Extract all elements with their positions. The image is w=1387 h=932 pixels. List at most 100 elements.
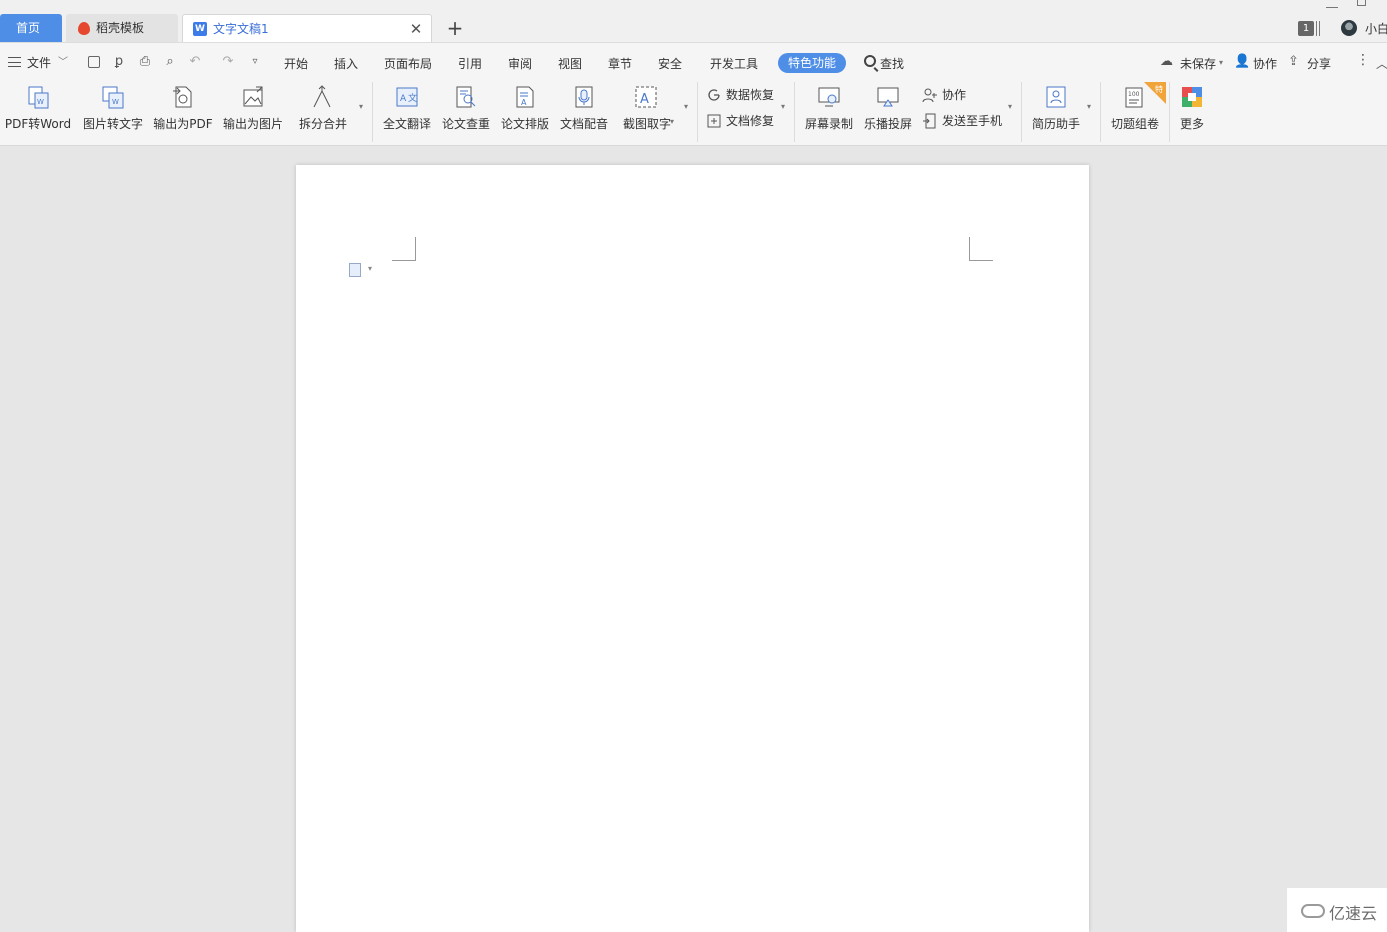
export-image-button[interactable]: 输出为图片	[220, 80, 286, 142]
chevron-down-icon[interactable]: ▾	[684, 102, 688, 111]
svg-text:W: W	[112, 98, 119, 106]
daoke-logo-icon	[78, 22, 90, 35]
menu-special-features[interactable]: 特色功能	[778, 53, 846, 73]
collab-button[interactable]: 协作	[1253, 55, 1277, 72]
ribbon-divider	[1100, 82, 1101, 142]
paragraph-options-icon[interactable]	[349, 263, 361, 277]
user-add-icon	[922, 88, 937, 103]
cloud-icon[interactable]: ☁	[1160, 55, 1174, 69]
data-recovery-button[interactable]: 数据恢复	[706, 86, 774, 104]
split-merge-label: 拆分合并	[298, 117, 347, 131]
screenshot-ocr-button[interactable]: A 截图取字	[616, 80, 678, 142]
image-to-text-button[interactable]: W 图片转文字	[80, 80, 146, 142]
chevron-down-icon[interactable]: ▾	[670, 117, 674, 126]
print-preview-icon[interactable]: ⌕	[163, 55, 177, 69]
split-merge-button[interactable]: 拆分合并	[290, 80, 356, 142]
menu-view[interactable]: 视图	[558, 55, 582, 72]
translate-label: 全文翻译	[382, 117, 431, 131]
screen-record-icon	[818, 87, 840, 107]
doc-audio-button[interactable]: 文档配音	[557, 80, 611, 142]
document-page[interactable]: ▾	[296, 165, 1089, 932]
window-count-badge[interactable]: 1	[1298, 21, 1314, 36]
tab-template[interactable]: 稻壳模板	[66, 14, 178, 42]
cast-button[interactable]: 乐播投屏	[861, 80, 915, 142]
chevron-down-icon[interactable]: ▾	[359, 102, 363, 111]
tab-home[interactable]: 首页	[0, 14, 62, 42]
split-merge-icon	[313, 85, 331, 108]
menu-bar: 文件 ﹀ ꝑ ⎙ ⌕ ↶ ↷ ▿ 开始 插入 页面布局 引用 审阅 视图 章节 …	[0, 42, 1387, 80]
user-name[interactable]: 小白	[1365, 20, 1387, 37]
customize-toolbar-icon[interactable]: ▿	[248, 55, 262, 69]
paper-layout-button[interactable]: A 论文排版	[498, 80, 552, 142]
resume-icon	[1046, 86, 1066, 108]
ribbon-divider	[1021, 82, 1022, 142]
more-button[interactable]: 更多	[1176, 80, 1208, 142]
chevron-down-icon[interactable]: ▾	[1008, 102, 1012, 111]
svg-text:A: A	[521, 98, 527, 107]
new-tab-button[interactable]: +	[446, 17, 464, 39]
menu-page-layout[interactable]: 页面布局	[384, 55, 432, 72]
paper-layout-label: 论文排版	[500, 117, 549, 131]
screen-record-button[interactable]: 屏幕录制	[802, 80, 856, 142]
svg-text:A: A	[400, 94, 407, 104]
translate-icon: A 文	[396, 87, 418, 107]
resume-button[interactable]: 简历助手	[1029, 80, 1083, 142]
menu-security[interactable]: 安全	[658, 55, 682, 72]
menu-chapter[interactable]: 章节	[608, 55, 632, 72]
quiz-label: 切题组卷	[1110, 117, 1159, 131]
collab-tool-button[interactable]: 协作	[922, 86, 966, 104]
file-menu[interactable]: 文件	[27, 54, 51, 71]
collab-tool-label: 协作	[942, 88, 967, 102]
share-button[interactable]: 分享	[1307, 55, 1331, 72]
watermark: 亿速云	[1287, 888, 1387, 932]
save-icon[interactable]	[88, 56, 100, 68]
menu-insert[interactable]: 插入	[334, 55, 358, 72]
tab-document[interactable]: W 文字文稿1 ✕	[182, 14, 432, 42]
watermark-text: 亿速云	[1329, 904, 1378, 923]
chevron-down-icon[interactable]: ▾	[1219, 58, 1223, 67]
search-icon[interactable]	[864, 55, 876, 67]
menu-icon[interactable]	[8, 57, 21, 67]
margin-corner-mark	[392, 237, 416, 261]
chevron-down-icon[interactable]: ▾	[1087, 102, 1091, 111]
chevron-down-icon[interactable]: ▾	[368, 264, 372, 273]
screenshot-ocr-label: 截图取字	[622, 117, 671, 131]
unsaved-status[interactable]: 未保存	[1180, 55, 1216, 72]
undo-icon[interactable]: ↶	[188, 55, 202, 69]
chevron-down-icon[interactable]: ﹀	[58, 53, 68, 68]
search-button[interactable]: 查找	[880, 55, 904, 72]
avatar[interactable]	[1341, 20, 1357, 36]
doc-repair-button[interactable]: 文档修复	[706, 112, 774, 130]
svg-text:文: 文	[408, 92, 417, 104]
menu-review[interactable]: 审阅	[508, 55, 532, 72]
export-pdf-button[interactable]: 输出为PDF	[151, 80, 215, 142]
window-maximize-button[interactable]	[1357, 0, 1366, 6]
resume-label: 简历助手	[1031, 117, 1080, 131]
send-phone-label: 发送至手机	[942, 114, 1003, 128]
close-icon[interactable]: ✕	[409, 15, 423, 43]
menu-home[interactable]: 开始	[284, 55, 308, 72]
paper-check-button[interactable]: 论文查重	[438, 80, 494, 142]
format-painter-icon[interactable]: ꝑ	[112, 55, 126, 69]
cast-label: 乐播投屏	[863, 117, 912, 131]
tab-document-label: 文字文稿1	[213, 22, 269, 36]
doc-repair-label: 文档修复	[726, 114, 775, 128]
quiz-button[interactable]: 100 特 切题组卷	[1108, 80, 1166, 142]
chevron-down-icon[interactable]: ▾	[781, 102, 785, 111]
export-pdf-icon	[173, 86, 192, 108]
user-collab-icon[interactable]: 👤	[1234, 55, 1250, 69]
collapse-ribbon-icon[interactable]: ︿	[1376, 55, 1387, 72]
ribbon-divider	[372, 82, 373, 142]
redo-icon[interactable]: ↷	[221, 55, 235, 69]
send-phone-button[interactable]: 发送至手机	[922, 112, 1002, 130]
menu-developer[interactable]: 开发工具	[710, 55, 758, 72]
more-options-icon[interactable]: ⋮	[1356, 53, 1370, 67]
window-minimize-button[interactable]	[1326, 0, 1338, 8]
print-icon[interactable]: ⎙	[138, 55, 152, 69]
svg-text:A: A	[640, 92, 649, 107]
apps-icon	[1182, 87, 1202, 107]
pdf-to-word-button[interactable]: W PDF转Word	[2, 80, 74, 142]
share-icon[interactable]: ⇪	[1288, 55, 1302, 69]
translate-button[interactable]: A 文 全文翻译	[380, 80, 434, 142]
menu-references[interactable]: 引用	[458, 55, 482, 72]
